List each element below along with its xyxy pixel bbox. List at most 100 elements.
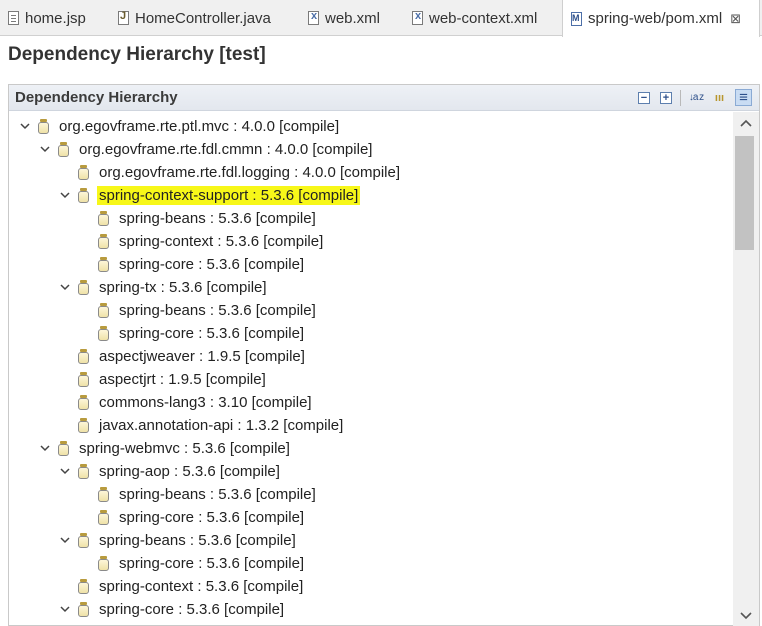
tree-node-label: spring-core : 5.3.6 [compile] — [119, 325, 305, 342]
jar-icon — [78, 280, 89, 295]
toolbar-separator — [680, 90, 681, 106]
tab-label: web.xml — [325, 9, 381, 27]
tab-pom-xml[interactable]: spring-web/pom.xml ⊠ — [562, 0, 760, 37]
tree-node[interactable]: spring-beans : 5.3.6 [compile] — [78, 299, 318, 322]
java-file-icon — [118, 10, 129, 25]
collapse-all-icon[interactable]: − — [638, 92, 650, 104]
jar-icon — [78, 602, 89, 617]
jar-icon — [98, 234, 109, 249]
jar-icon — [78, 395, 89, 410]
tree-node[interactable]: spring-core : 5.3.6 [compile] — [78, 552, 306, 575]
tree-node[interactable]: spring-beans : 5.3.6 [compile] — [58, 529, 298, 552]
chevron-down-icon[interactable] — [58, 281, 72, 295]
vertical-scrollbar[interactable] — [733, 112, 759, 626]
tree-node[interactable]: spring-context-support : 5.3.6 [compile] — [58, 184, 361, 207]
chevron-down-icon[interactable] — [38, 442, 52, 456]
tree-node[interactable]: org.egovframe.rte.fdl.cmmn : 4.0.0 [comp… — [38, 138, 374, 161]
file-icon — [8, 11, 19, 25]
tree-node-label: spring-context : 5.3.6 [compile] — [99, 578, 304, 595]
jar-icon — [58, 441, 69, 456]
tree-node-label: spring-aop : 5.3.6 [compile] — [99, 463, 280, 480]
tree-node-label: spring-beans : 5.3.6 [compile] — [119, 486, 316, 503]
section-title: Dependency Hierarchy — [15, 89, 178, 106]
jar-icon — [98, 326, 109, 341]
section-header: Dependency Hierarchy − + ↓a z ııı ≡ — [9, 85, 759, 111]
jar-icon — [58, 142, 69, 157]
tree-node-label: spring-tx : 5.3.6 [compile] — [99, 279, 267, 296]
tree-node[interactable]: spring-core : 5.3.6 [compile] — [58, 598, 286, 621]
chevron-down-icon[interactable] — [58, 534, 72, 548]
page-title: Dependency Hierarchy [test] — [8, 44, 266, 65]
tree-node[interactable]: spring-webmvc : 5.3.6 [compile] — [38, 437, 292, 460]
tree-node-label: spring-beans : 5.3.6 [compile] — [99, 532, 296, 549]
group-icon[interactable]: ııı — [711, 89, 728, 106]
pom-file-icon — [571, 11, 582, 26]
dependency-hierarchy-section: Dependency Hierarchy − + ↓a z ııı ≡ org.… — [8, 84, 760, 626]
jar-icon — [98, 303, 109, 318]
tree-node[interactable]: spring-context : 5.3.6 [compile] — [78, 230, 325, 253]
jar-icon — [98, 211, 109, 226]
tree-node-label: aspectjweaver : 1.9.5 [compile] — [99, 348, 305, 365]
jar-icon — [78, 579, 89, 594]
tree-node[interactable]: javax.annotation-api : 1.3.2 [compile] — [58, 414, 345, 437]
tab-home-jsp[interactable]: home.jsp — [0, 0, 104, 36]
tree-node[interactable]: org.egovframe.rte.fdl.logging : 4.0.0 [c… — [58, 161, 402, 184]
filter-icon[interactable]: ≡ — [735, 89, 752, 106]
tree-node[interactable]: org.egovframe.rte.ptl.mvc : 4.0.0 [compi… — [18, 115, 341, 138]
sort-icon[interactable]: ↓a z — [685, 89, 707, 106]
tree-node-label: spring-context : 5.3.6 [compile] — [119, 233, 324, 250]
chevron-down-icon[interactable] — [58, 189, 72, 203]
close-icon[interactable]: ⊠ — [730, 11, 741, 27]
jar-icon — [98, 487, 109, 502]
tree-node[interactable]: spring-core : 5.3.6 [compile] — [78, 322, 306, 345]
tree-node-label: commons-lang3 : 3.10 [compile] — [99, 394, 312, 411]
jar-icon — [98, 257, 109, 272]
tree-node-label: org.egovframe.rte.fdl.cmmn : 4.0.0 [comp… — [79, 141, 373, 158]
tab-label: home.jsp — [25, 9, 86, 27]
tree-node-label: org.egovframe.rte.fdl.logging : 4.0.0 [c… — [99, 164, 400, 181]
tab-web-xml[interactable]: web.xml — [300, 0, 400, 36]
tree-node-label: javax.annotation-api : 1.3.2 [compile] — [99, 417, 344, 434]
tree-node[interactable]: spring-aop : 5.3.6 [compile] — [58, 460, 282, 483]
tree-node-label: org.egovframe.rte.ptl.mvc : 4.0.0 [compi… — [59, 118, 340, 135]
chevron-down-icon[interactable] — [38, 143, 52, 157]
tab-label: spring-web/pom.xml — [588, 10, 723, 27]
tab-label: HomeController.java — [135, 9, 271, 27]
tree-node[interactable]: spring-context : 5.3.6 [compile] — [58, 575, 305, 598]
tree-node-label: spring-core : 5.3.6 [compile] — [119, 509, 305, 526]
tree-node-label: spring-context-support : 5.3.6 [compile] — [97, 186, 361, 205]
tree-node[interactable]: aspectjrt : 1.9.5 [compile] — [58, 368, 268, 391]
editor-tab-bar: home.jsp HomeController.java web.xml web… — [0, 0, 762, 37]
chevron-down-icon[interactable] — [58, 465, 72, 479]
scroll-up-icon[interactable] — [739, 117, 753, 129]
xml-file-icon — [412, 10, 423, 25]
jar-icon — [38, 119, 49, 134]
tree-node-label: spring-beans : 5.3.6 [compile] — [119, 210, 316, 227]
scroll-down-icon[interactable] — [739, 610, 753, 622]
tree-node[interactable]: spring-core : 5.3.6 [compile] — [78, 506, 306, 529]
scrollbar-thumb[interactable] — [735, 136, 754, 250]
tree-node[interactable]: spring-beans : 5.3.6 [compile] — [78, 483, 318, 506]
tree-node[interactable]: spring-core : 5.3.6 [compile] — [78, 253, 306, 276]
tree-node[interactable]: aspectjweaver : 1.9.5 [compile] — [58, 345, 307, 368]
tree-node[interactable]: commons-lang3 : 3.10 [compile] — [58, 391, 314, 414]
jar-icon — [78, 165, 89, 180]
tree-node-label: spring-core : 5.3.6 [compile] — [119, 256, 305, 273]
xml-file-icon — [308, 10, 319, 25]
jar-icon — [98, 510, 109, 525]
dependency-tree[interactable]: org.egovframe.rte.ptl.mvc : 4.0.0 [compi… — [9, 112, 733, 626]
chevron-down-icon[interactable] — [18, 120, 32, 134]
jar-icon — [78, 372, 89, 387]
tree-node[interactable]: spring-beans : 5.3.6 [compile] — [78, 207, 318, 230]
tree-node[interactable]: spring-tx : 5.3.6 [compile] — [58, 276, 269, 299]
expand-all-icon[interactable]: + — [660, 92, 672, 104]
jar-icon — [78, 533, 89, 548]
tab-web-context-xml[interactable]: web-context.xml — [404, 0, 554, 36]
jar-icon — [78, 418, 89, 433]
jar-icon — [98, 556, 109, 571]
jar-icon — [78, 464, 89, 479]
tree-node-label: spring-beans : 5.3.6 [compile] — [119, 302, 316, 319]
tab-home-controller[interactable]: HomeController.java — [110, 0, 296, 36]
tree-node-label: spring-core : 5.3.6 [compile] — [99, 601, 285, 618]
chevron-down-icon[interactable] — [58, 603, 72, 617]
